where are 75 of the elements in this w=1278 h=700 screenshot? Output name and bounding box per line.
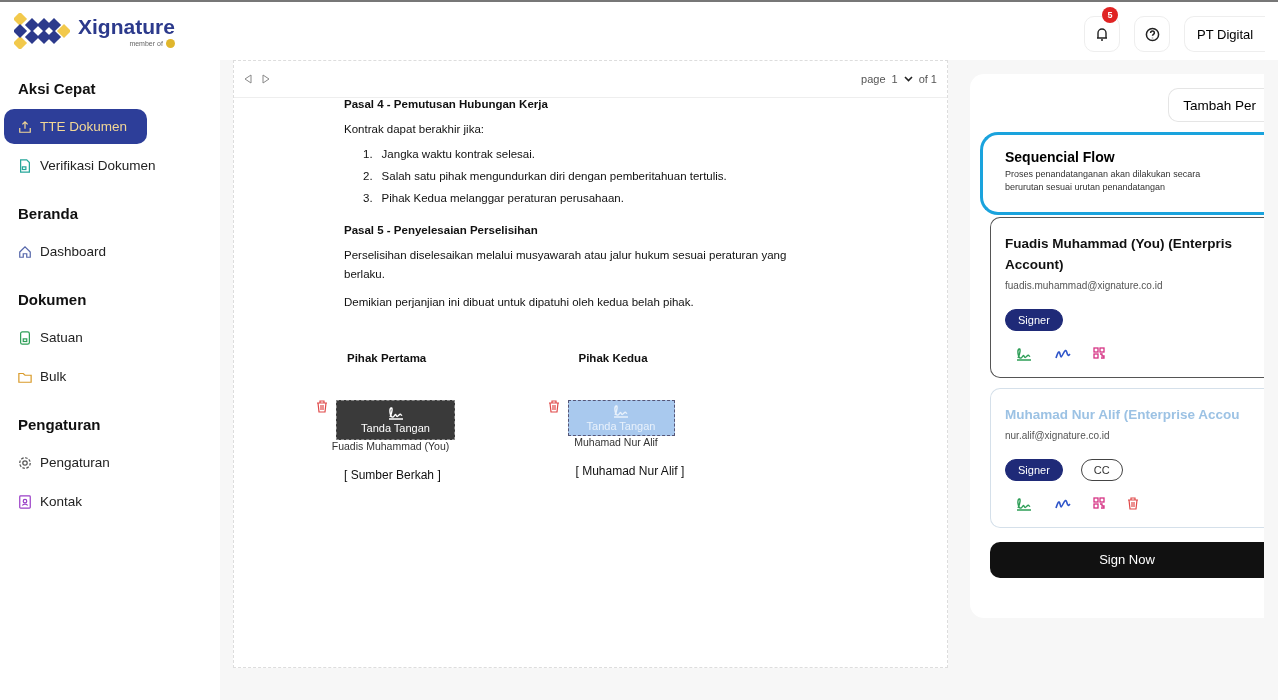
notification-count: 5	[1102, 7, 1118, 23]
list-item: Salah satu pihak mengundurkan diri dengan pemberitahuan tertulis.	[381, 170, 727, 183]
flow-title: Sequencial Flow	[1005, 149, 1116, 165]
document-icon	[18, 158, 32, 173]
contact-card-icon	[18, 494, 32, 509]
document-paragraph: Kontrak dapat berakhir jika:	[344, 122, 485, 137]
document-icon	[18, 330, 32, 345]
signature-field[interactable]: Tanda Tangan	[336, 399, 455, 440]
document-paragraph: Perselisihan diselesaikan melalui musyawarah atau jalur hukum sesuai peraturan yang berlaku.	[344, 248, 788, 282]
bell-icon	[1095, 26, 1109, 42]
add-signer-button[interactable]: Tambah Per	[1168, 88, 1264, 122]
sidebar-item[interactable]: Bulk	[4, 359, 216, 394]
document-heading: Pasal 4 - Pemutusan Hubungan Kerja	[344, 98, 549, 110]
company-button[interactable]: PT Digital	[1184, 16, 1266, 52]
list-number: 2.	[363, 170, 373, 183]
list-number: 1.	[363, 148, 373, 161]
role-chip[interactable]: CC	[1080, 458, 1123, 481]
list-number: 3.	[363, 192, 373, 205]
brand-name: Xignature	[78, 14, 175, 39]
role-chip[interactable]: Signer	[1005, 308, 1063, 331]
signer-card[interactable]: Fuadis Muhammad (You) (Enterpris Account) fuadis.muhammad@xignature.co.id Signer	[990, 217, 1264, 378]
sidebar-item[interactable]: Pengaturan	[4, 445, 216, 480]
signature-field-label: Tanda Tangan	[586, 419, 656, 432]
sidebar-heading: Aksi Cepat	[17, 80, 97, 97]
logo-icon	[14, 13, 70, 49]
home-icon	[18, 244, 32, 259]
signer-email: fuadis.muhammad@xignature.co.id	[1005, 279, 1164, 291]
trash-icon	[1127, 496, 1139, 510]
help-icon	[1144, 26, 1160, 42]
signer-name: Fuadis Muhammad (You)	[331, 439, 450, 452]
sidebar-item[interactable]: Verifikasi Dokumen	[4, 148, 216, 183]
flow-card[interactable]: Sequencial Flow Proses penandatanganan akan dilakukan secara berurutan sesuai urutan penandatangan	[980, 132, 1264, 216]
sidebar-item[interactable]: Kontak	[4, 484, 216, 519]
page-label: page	[861, 73, 886, 85]
party-title: Pihak Kedua	[578, 351, 648, 364]
signer-email: nur.alif@xignature.co.id	[1005, 429, 1111, 441]
document-paragraph: Demikian perjanjian ini dibuat untuk dipatuhi oleh kedua belah pihak.	[344, 295, 695, 311]
sidebar-heading: Pengaturan	[17, 416, 102, 433]
signature-icon	[1015, 496, 1033, 511]
sidebar-item[interactable]: TTE Dokumen	[4, 109, 147, 144]
page-select[interactable]: 1	[891, 73, 898, 85]
sidebar-item[interactable]: Dashboard	[4, 234, 216, 269]
list-item: Pihak Kedua melanggar peraturan perusahaan.	[381, 192, 624, 205]
sidebar-heading: Beranda	[17, 205, 80, 222]
settings-icon	[18, 455, 32, 470]
notification-button[interactable]	[1084, 16, 1120, 52]
document-heading: Pasal 5 - Penyelesaian Perselisihan	[344, 224, 539, 237]
qr-code-icon	[1093, 346, 1105, 359]
sign-now-button[interactable]: Sign Now	[990, 541, 1264, 578]
next-page-icon[interactable]	[262, 74, 270, 84]
chevron-down-icon	[903, 76, 913, 82]
qr-code-icon	[1093, 496, 1105, 509]
sidebar-item[interactable]: Satuan	[4, 320, 216, 355]
flow-description: Proses penandatanganan akan dilakukan secara berurutan sesuai urutan penandatangan	[1005, 168, 1202, 195]
party-name: [ Muhamad Nur Alif ]	[575, 463, 685, 478]
signer-card-name: Fuadis Muhammad (You) (Enterpris Account)	[1005, 235, 1233, 274]
signature-icon	[612, 403, 630, 418]
upload-icon	[18, 119, 32, 134]
signature-icon	[386, 405, 405, 420]
party-name: [ Sumber Berkah ]	[344, 467, 441, 482]
signer-card[interactable]: Muhamad Nur Alif (Enterprise Accou nur.alif@xignature.co.id Signer CC	[990, 387, 1264, 528]
trash-icon	[316, 399, 328, 413]
signer-name: Muhamad Nur Alif	[574, 435, 658, 448]
partner-logo-icon	[165, 38, 175, 48]
signer-card-name: Muhamad Nur Alif (Enterprise Accou	[1005, 405, 1241, 424]
signature-icon	[1015, 346, 1033, 361]
list-item: Jangka waktu kontrak selesai.	[381, 148, 535, 161]
help-button[interactable]	[1134, 16, 1170, 52]
trash-icon	[547, 399, 560, 413]
sidebar-heading: Dokumen	[17, 291, 88, 308]
page-total: of 1	[918, 73, 937, 85]
signature-field-label: Tanda Tangan	[361, 421, 430, 434]
previous-page-icon[interactable]	[244, 74, 252, 84]
role-chip[interactable]: Signer	[1005, 458, 1063, 481]
party-title: Pihak Pertama	[347, 351, 427, 364]
